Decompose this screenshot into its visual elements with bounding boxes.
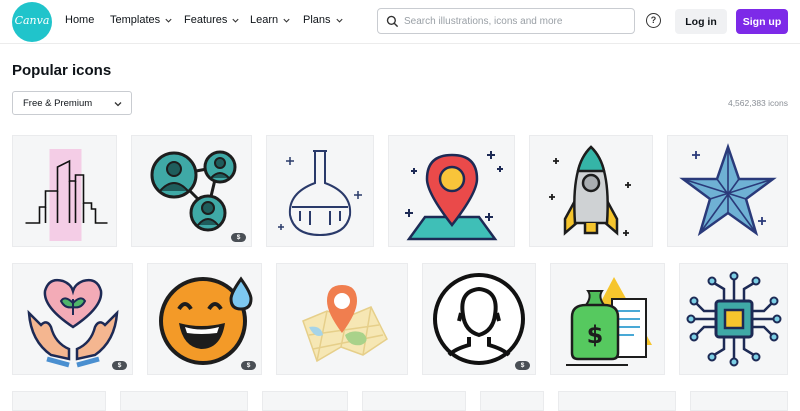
icon-tile[interactable] — [690, 391, 788, 411]
nav-learn[interactable]: Learn — [250, 14, 291, 26]
money-bag-document-icon: $ — [565, 277, 652, 366]
logo-text: Canva — [14, 14, 50, 27]
icon-tile[interactable] — [362, 391, 466, 411]
icon-tile[interactable]: $ — [131, 135, 252, 247]
filter-label: Free & Premium — [23, 97, 93, 109]
icon-tile[interactable] — [667, 135, 788, 247]
icon-tile[interactable]: $ — [422, 263, 536, 375]
icon-tile[interactable]: $ — [550, 263, 665, 375]
microchip-icon — [686, 271, 781, 367]
chevron-down-icon — [335, 18, 343, 23]
nav-home-label: Home — [65, 14, 95, 26]
icon-tile[interactable] — [266, 135, 374, 247]
icon-tile[interactable] — [276, 263, 408, 375]
nav-home[interactable]: Home — [65, 14, 94, 26]
search-input[interactable] — [404, 13, 628, 29]
map-pin-icon — [302, 285, 388, 363]
chevron-down-icon — [165, 18, 172, 23]
icon-tile[interactable] — [529, 135, 653, 247]
icon-tile[interactable]: $ — [147, 263, 262, 375]
premium-badge: $ — [231, 233, 246, 242]
rocket-icon — [549, 145, 631, 236]
result-count: 4,562,383 icons — [727, 98, 788, 108]
heart-plant-hands-icon — [27, 278, 118, 368]
chevron-down-icon — [283, 18, 290, 23]
premium-badge: $ — [241, 361, 256, 370]
nav-templates-label: Templates — [110, 14, 161, 26]
location-pin-icon — [404, 151, 503, 241]
nav-features-label: Features — [184, 14, 228, 26]
top-navigation-bar: Canva Home Templates Features Learn Plan… — [0, 0, 800, 44]
icon-tile[interactable] — [388, 135, 515, 247]
premium-badge: $ — [112, 361, 127, 370]
sweat-smile-emoji-icon — [158, 276, 253, 365]
icon-tile[interactable]: $ — [12, 263, 133, 375]
nav-learn-label: Learn — [250, 14, 279, 26]
search-box[interactable] — [377, 8, 635, 34]
page-title: Popular icons — [12, 62, 112, 79]
canva-logo[interactable]: Canva — [12, 2, 52, 42]
star-icon — [678, 143, 777, 237]
nav-plans-label: Plans — [303, 14, 331, 26]
icon-tile[interactable] — [12, 135, 117, 247]
premium-badge: $ — [515, 361, 530, 370]
flask-icon — [278, 150, 362, 237]
help-icon[interactable]: ? — [646, 13, 661, 28]
chevron-down-icon — [114, 102, 122, 107]
search-icon — [386, 15, 399, 28]
svg-text:$: $ — [586, 321, 603, 349]
icon-tile[interactable] — [12, 391, 106, 411]
icon-tile[interactable] — [679, 263, 788, 375]
nav-plans[interactable]: Plans — [303, 14, 344, 26]
city-buildings-icon — [25, 149, 107, 241]
user-avatar-icon — [433, 273, 525, 365]
price-filter-dropdown[interactable]: Free & Premium — [12, 91, 132, 115]
login-button[interactable]: Log in — [675, 9, 727, 34]
chevron-down-icon — [232, 18, 240, 23]
icon-tile[interactable] — [120, 391, 248, 411]
nav-templates[interactable]: Templates — [110, 14, 173, 26]
network-people-icon — [150, 150, 236, 232]
icon-tile[interactable] — [480, 391, 544, 411]
signup-button[interactable]: Sign up — [736, 9, 788, 34]
nav-features[interactable]: Features — [184, 14, 240, 26]
icon-tile[interactable] — [262, 391, 348, 411]
icon-tile[interactable] — [558, 391, 676, 411]
